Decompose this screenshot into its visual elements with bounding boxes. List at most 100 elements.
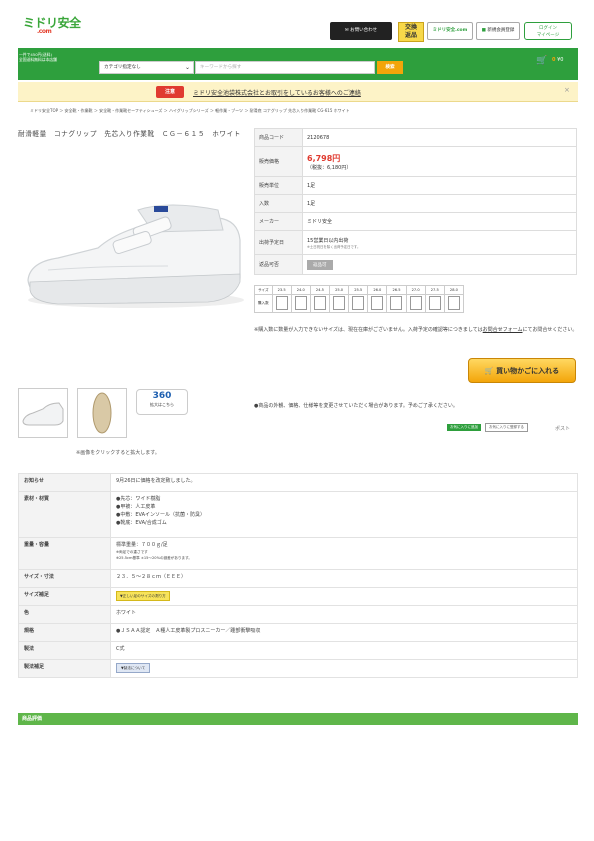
login-button[interactable]: ログイン マイページ	[524, 22, 572, 40]
member-register-button[interactable]: ■ 新規会員登録	[476, 22, 520, 40]
detail-line: ●先芯：ワイド樹脂	[116, 496, 161, 502]
detail-value: ▼正しい足のサイズの測り方	[110, 587, 578, 606]
detail-value: ホワイト	[110, 605, 578, 624]
size-label: 24.0	[290, 285, 311, 295]
price-value: 6,798円	[307, 153, 341, 163]
size-qty-cell	[328, 294, 350, 313]
stock-note: ※購入数に数量が入力できないサイズは、現在在庫がございません。入荷予定の確認等に…	[254, 326, 578, 335]
size-label: 26.5	[386, 285, 407, 295]
search-input[interactable]: キーワードから探す	[195, 61, 375, 74]
detail-row: 素材・材質 ●先芯：ワイド樹脂 ●甲被：人工皮革 ●中敷：EVAインソール（抗菌…	[18, 491, 578, 538]
site-logo[interactable]: ミドリ安全 .com	[23, 17, 81, 35]
size-label: 23.5	[271, 285, 292, 295]
detail-value: ●先芯：ワイド樹脂 ●甲被：人工皮革 ●中敷：EVAインソール（抗菌・防臭） ●…	[110, 491, 578, 538]
size-qty-input[interactable]	[352, 296, 365, 310]
detail-key: 製法	[18, 641, 111, 660]
view-360-button[interactable]: 360 拡大はこちら	[136, 389, 188, 415]
detail-line: ●靴底：EVA/合成ゴム	[116, 520, 167, 526]
contact-button[interactable]: ✉ お問い合わせ	[330, 22, 392, 40]
cart-count: 0	[552, 57, 556, 63]
detail-key: サイズ・寸法	[18, 569, 111, 588]
close-icon[interactable]: ×	[564, 86, 570, 94]
notice-link[interactable]: ミドリ安全池袋株式会社とお取引をしているお客様へのご連絡	[193, 88, 361, 97]
detail-key: 重量・容量	[18, 537, 111, 570]
size-label: 27.5	[424, 285, 445, 295]
cart-summary[interactable]: 0 ¥0	[552, 57, 563, 63]
spec-value: 1足	[302, 176, 577, 195]
chevron-down-icon: ⌄	[184, 64, 190, 71]
stock-note-end: にてお問合せください。	[522, 327, 578, 333]
detail-line: ●中敷：EVAインソール（抗菌・防臭）	[116, 512, 206, 518]
size-qty-input[interactable]	[447, 296, 460, 310]
register-favorite-button[interactable]: お気に入りに登録する	[485, 423, 528, 432]
detail-key: 製法補足	[18, 659, 111, 678]
price-tax: （税抜：6,180円）	[307, 164, 352, 171]
size-qty-cell	[386, 294, 407, 313]
thumbnail-shoe[interactable]	[18, 388, 68, 438]
spec-key: 入数	[254, 194, 303, 213]
thumbnail-sole[interactable]	[77, 388, 127, 438]
return-label: 返品	[404, 32, 417, 39]
spec-row: 販売単位 1足	[254, 176, 577, 195]
product-image[interactable]	[18, 170, 248, 320]
return-badge[interactable]: 返品可	[307, 259, 333, 270]
size-qty-cell	[424, 294, 445, 313]
promo-line2: 全国送料無料は本店舗	[19, 57, 57, 62]
size-qty-input[interactable]	[409, 296, 422, 310]
add-to-cart-button[interactable]: 🛒 買い物かごに入れる	[468, 358, 576, 383]
change-note: ●商品の外観、価格、仕様等を変更させていただく場合があります。予めご了承ください…	[254, 403, 458, 409]
exchange-label: 交換	[404, 24, 417, 31]
spec-value: 2120678	[302, 128, 577, 147]
cart-icon[interactable]: 🛒	[536, 56, 547, 66]
category-select[interactable]: カテゴリ指定なし ⌄	[99, 61, 194, 74]
detail-value: ▼製法について	[110, 659, 578, 678]
detail-row: 規格 ●ＪＳＡＡ認定 Ａ種人工皮革製プロスニーカー／踵部衝撃吸収	[18, 623, 578, 642]
size-qty-cell	[309, 294, 331, 313]
ship-value: 15営業日以内出荷	[307, 237, 349, 244]
post-link[interactable]: ポスト	[555, 425, 570, 432]
detail-row: サイズ・寸法 ２３．５～２８ｃｍ（ＥＥＥ）	[18, 569, 578, 588]
size-qty-input[interactable]	[371, 296, 384, 310]
detail-note: ※25.5cm基準 ±15〜20%の誤差があります。	[116, 556, 192, 560]
corporate-banner[interactable]: ミドリ安全.com	[427, 22, 473, 40]
ship-note: ※土日祝日を除く出荷予定日です。	[307, 244, 361, 249]
size-label: 24.5	[309, 285, 331, 295]
detail-row: 製法補足 ▼製法について	[18, 659, 578, 678]
detail-key: お知らせ	[18, 473, 111, 492]
spec-key: 商品コード	[254, 128, 303, 147]
qty-header: 購入数	[254, 294, 273, 313]
login-label: ログイン	[539, 26, 557, 31]
size-label: 28.0	[443, 285, 465, 295]
spec-row: 販売価格 6,798円 （税抜：6,180円）	[254, 146, 577, 177]
size-qty-input[interactable]	[390, 296, 403, 310]
size-qty-input[interactable]	[428, 296, 441, 310]
spec-value: 1足	[302, 194, 577, 213]
method-link[interactable]: ▼製法について	[116, 663, 151, 673]
exchange-return-badge[interactable]: 交換 返品	[398, 22, 424, 42]
size-qty-cell	[367, 294, 388, 313]
size-qty-cell	[443, 294, 465, 313]
breadcrumb[interactable]: ミドリ安全TOP ＞ 安全靴・作業靴 ＞ 安全靴・作業靴セーフティシューズ ＞ …	[30, 108, 350, 114]
size-qty-input[interactable]	[294, 296, 307, 310]
size-qty-cell	[271, 294, 292, 313]
size-label: 25.5	[348, 285, 369, 295]
add-to-cart-label: 買い物かごに入れる	[496, 367, 560, 375]
size-qty-input[interactable]	[275, 296, 288, 310]
size-qty-input[interactable]	[333, 296, 346, 310]
spec-row: 商品コード 2120678	[254, 128, 577, 147]
size-qty-input[interactable]	[313, 296, 326, 310]
size-label: 26.0	[367, 285, 388, 295]
favorite-button[interactable]: お気に入りに追加	[447, 424, 481, 431]
spec-key: メーカー	[254, 212, 303, 231]
view-360-sub: 拡大はこちら	[150, 402, 174, 407]
price-cell: 6,798円 （税抜：6,180円）	[302, 146, 577, 177]
detail-line: ●甲被：人工皮革	[116, 504, 156, 510]
contact-label: お問い合わせ	[350, 28, 378, 33]
size-guide-link[interactable]: ▼正しい足のサイズの測り方	[116, 591, 170, 601]
detail-key: 色	[18, 605, 111, 624]
click-hint: ※画像をクリックすると拡大します。	[76, 450, 160, 456]
inquiry-form-link[interactable]: お問合せフォーム	[483, 327, 523, 333]
detail-row: 色 ホワイト	[18, 605, 578, 624]
spec-row: 出荷予定日 15営業日以内出荷 ※土日祝日を除く出荷予定日です。	[254, 230, 577, 255]
search-button[interactable]: 検索	[377, 61, 403, 74]
